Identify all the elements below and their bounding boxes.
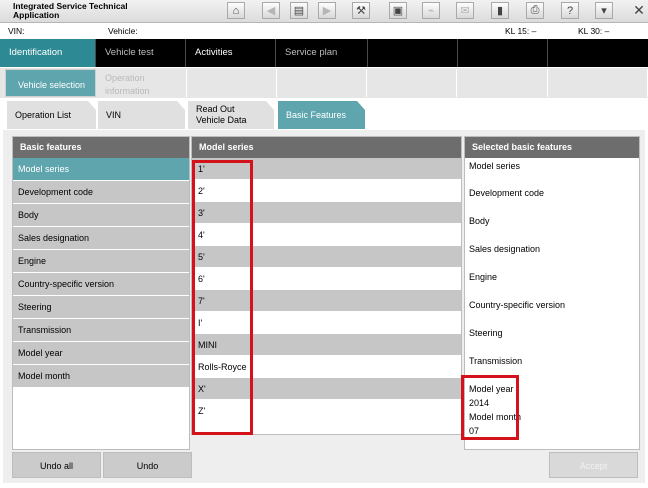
printer-icon[interactable]: ⎙ xyxy=(526,2,544,19)
document-icon[interactable]: ▤ xyxy=(290,2,308,19)
dropdown-window-icon[interactable]: ▾ xyxy=(595,2,613,19)
content-area: Basic features Model series Development c… xyxy=(3,130,645,483)
vehicle-info-bar: VIN: Vehicle: KL 15: – KL 30: – xyxy=(0,23,648,38)
selected-feature-value: Country-specific version xyxy=(469,300,566,310)
selected-year-month-highlight-box xyxy=(461,375,519,440)
kl30-status: KL 30: – xyxy=(578,26,610,36)
basic-features-panel: Basic features Model series Development c… xyxy=(12,136,190,450)
basic-feature-item[interactable]: Body xyxy=(13,204,189,227)
nav-empty-3 xyxy=(548,39,648,67)
selected-feature-value: Sales designation xyxy=(469,244,541,254)
title-bar: Integrated Service Technical Application… xyxy=(0,0,648,23)
tab-basic-features[interactable]: Basic Features xyxy=(278,101,365,129)
subnav-empty-2 xyxy=(277,69,367,97)
back-icon[interactable]: ◀ xyxy=(262,2,280,19)
basic-feature-item[interactable]: Steering xyxy=(13,296,189,319)
subnav-empty-4 xyxy=(457,69,548,97)
nav-empty-2 xyxy=(458,39,548,67)
model-series-highlight-box xyxy=(192,160,253,435)
basic-feature-item[interactable]: Transmission xyxy=(13,319,189,342)
basic-feature-item[interactable]: Development code xyxy=(13,181,189,204)
kl15-status: KL 15: – xyxy=(505,26,537,36)
nav-activities[interactable]: Activities xyxy=(186,39,276,67)
selected-feature-value: Body xyxy=(469,216,490,226)
close-icon[interactable]: ✕ xyxy=(630,2,648,19)
basic-feature-item[interactable]: Model series xyxy=(13,158,189,181)
undo-all-button[interactable]: Undo all xyxy=(12,452,101,478)
cards-icon[interactable]: ▣ xyxy=(389,2,407,19)
battery-icon[interactable]: ▮ xyxy=(491,2,509,19)
basic-feature-item[interactable]: Country-specific version xyxy=(13,273,189,296)
vin-label: VIN: xyxy=(8,26,25,36)
mail-icon[interactable]: ✉ xyxy=(456,2,474,19)
selected-feature-value: Model series xyxy=(469,161,521,171)
nav-vehicle-test[interactable]: Vehicle test xyxy=(96,39,186,67)
basic-feature-item[interactable]: Model year xyxy=(13,342,189,365)
tab-vin[interactable]: VIN xyxy=(98,101,185,129)
help-icon[interactable]: ? xyxy=(561,2,579,19)
basic-features-list: Model series Development code Body Sales de… xyxy=(13,158,189,388)
tab-operation-list[interactable]: Operation List xyxy=(7,101,96,129)
app-title: Integrated Service Technical Application xyxy=(13,1,128,20)
subnav-empty-1 xyxy=(187,69,277,97)
subnav-empty-3 xyxy=(367,69,457,97)
undo-button[interactable]: Undo xyxy=(103,452,192,478)
selected-feature-value: Transmission xyxy=(469,356,523,366)
wrench-icon[interactable]: ⚒ xyxy=(352,2,370,19)
model-series-header: Model series xyxy=(192,137,461,158)
nav-empty-1 xyxy=(368,39,458,67)
basic-feature-item[interactable]: Engine xyxy=(13,250,189,273)
basic-feature-item[interactable]: Model month xyxy=(13,365,189,388)
basic-features-header: Basic features xyxy=(13,137,189,158)
tab-row: Operation List VIN Read Out Vehicle Data… xyxy=(0,99,648,130)
basic-feature-item[interactable]: Sales designation xyxy=(13,227,189,250)
main-navigation: Identification Vehicle test Activities S… xyxy=(0,39,648,67)
connect-icon[interactable]: ⌁ xyxy=(422,2,440,19)
home-icon[interactable]: ⌂ xyxy=(227,2,245,19)
subnav-vehicle-selection[interactable]: Vehicle selection xyxy=(5,69,96,97)
selected-feature-value: Engine xyxy=(469,272,498,282)
selected-feature-value: Development code xyxy=(469,188,545,198)
forward-icon[interactable]: ▶ xyxy=(318,2,336,19)
sub-navigation: Vehicle selection Operation information xyxy=(0,68,648,98)
selected-feature-value: Steering xyxy=(469,328,503,338)
nav-identification[interactable]: Identification xyxy=(0,39,96,67)
nav-service-plan[interactable]: Service plan xyxy=(276,39,368,67)
vehicle-label: Vehicle: xyxy=(108,26,138,36)
accept-button[interactable]: Accept xyxy=(549,452,638,478)
selected-features-header: Selected basic features xyxy=(465,137,639,158)
tab-read-out-vehicle-data[interactable]: Read Out Vehicle Data xyxy=(188,101,274,129)
subnav-empty-5 xyxy=(548,69,648,97)
subnav-operation-information[interactable]: Operation information xyxy=(98,69,187,97)
